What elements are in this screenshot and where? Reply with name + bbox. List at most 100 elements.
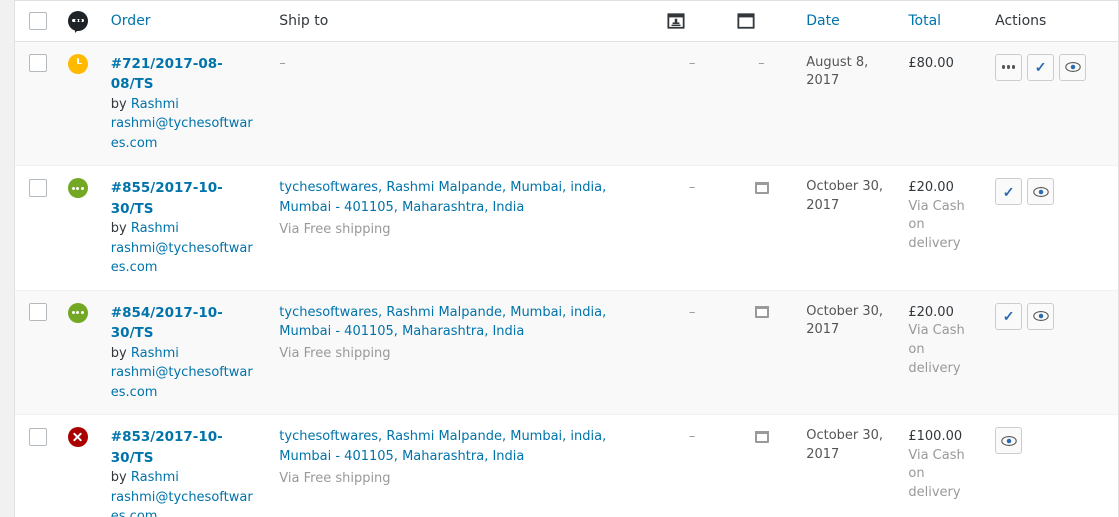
- order-date: October 30, 2017: [806, 428, 884, 462]
- ship-to-method: Via Free shipping: [279, 346, 391, 362]
- row-select-checkbox[interactable]: [29, 303, 47, 321]
- order-actions: [995, 427, 1108, 454]
- view-action-button[interactable]: [1059, 53, 1087, 81]
- row-select-checkbox[interactable]: [29, 427, 47, 446]
- column-header-order-notes: [726, 1, 797, 42]
- eye-icon: [1064, 61, 1081, 73]
- billing-address-empty: –: [688, 429, 696, 444]
- order-total-cell: £100.00 Via Cash on delivery: [898, 414, 986, 517]
- order-payment-method: Via Cash on delivery: [908, 323, 965, 376]
- status-processing-icon[interactable]: [67, 178, 88, 198]
- order-by-prefix: by: [110, 221, 131, 236]
- row-select-checkbox[interactable]: [29, 178, 47, 197]
- order-by-prefix: by: [110, 96, 131, 112]
- complete-action-button[interactable]: ✓: [995, 178, 1023, 205]
- row-select-checkbox[interactable]: [29, 54, 47, 72]
- check-icon: ✓: [1002, 308, 1015, 324]
- order-cell: #721/2017-08-08/TS by Rashmi rashmi@tyches…: [100, 40, 270, 166]
- order-notes-cell: –: [726, 40, 797, 166]
- order-author-name[interactable]: Rashmi: [131, 470, 179, 485]
- ship-to-address-link[interactable]: tychesoftwares, Rashmi Malpande, Mumbai,…: [279, 305, 606, 340]
- order-status-cell: [57, 40, 101, 166]
- table-row: #721/2017-08-08/TS by Rashmi rashmi@tyches…: [15, 40, 1118, 166]
- orders-table-head: Order Ship to Date Total Actions: [15, 1, 1118, 42]
- ship-to-empty: –: [279, 55, 286, 71]
- order-actions: ✓: [995, 178, 1108, 205]
- order-number-link[interactable]: #854/2017-10-30/TS: [111, 305, 223, 342]
- row-select-cell: [15, 414, 58, 517]
- row-select-cell: [15, 289, 58, 415]
- select-all-checkbox[interactable]: [29, 12, 47, 31]
- order-customer-email[interactable]: rashmi@tychesoftwares.com: [111, 488, 260, 517]
- ship-to-cell: tychesoftwares, Rashmi Malpande, Mumbai,…: [269, 165, 658, 290]
- row-select-cell: [15, 40, 58, 166]
- order-date: October 30, 2017: [806, 303, 884, 338]
- order-notes-empty: –: [758, 55, 765, 71]
- order-actions: ✓: [995, 302, 1108, 330]
- column-header-total: Total: [898, 1, 986, 42]
- order-notes-icon: [737, 13, 755, 29]
- table-header-row: Order Ship to Date Total Actions: [15, 1, 1118, 42]
- ship-to-method: Via Free shipping: [279, 221, 391, 237]
- order-actions-cell: ✓: [985, 289, 1118, 415]
- billing-address-icon: [667, 13, 685, 29]
- order-author: by Rashmi: [111, 95, 260, 115]
- order-note-icon[interactable]: [754, 306, 769, 318]
- order-notes-cell: [726, 165, 797, 290]
- ship-to-method: Via Free shipping: [279, 470, 391, 486]
- order-customer-email[interactable]: rashmi@tychesoftwares.com: [111, 114, 260, 153]
- order-author-name[interactable]: Rashmi: [131, 221, 179, 236]
- order-date-cell: October 30, 2017: [796, 414, 899, 517]
- ship-to-address-link[interactable]: tychesoftwares, Rashmi Malpande, Mumbai,…: [279, 180, 606, 215]
- sort-total-link[interactable]: Total: [908, 13, 941, 29]
- order-number-link[interactable]: #853/2017-10-30/TS: [111, 429, 223, 466]
- order-total-amount: £20.00: [908, 180, 954, 195]
- ship-to-cell: tychesoftwares, Rashmi Malpande, Mumbai,…: [269, 414, 658, 517]
- view-action-button[interactable]: [995, 427, 1023, 454]
- status-processing-icon[interactable]: [67, 302, 88, 323]
- order-author: by Rashmi: [111, 468, 260, 488]
- view-action-button[interactable]: [1027, 178, 1055, 205]
- order-notes-cell: [726, 289, 797, 415]
- status-cancelled-icon[interactable]: [67, 427, 88, 447]
- orders-panel: Order Ship to Date Total Actions #721/20…: [14, 0, 1119, 517]
- order-note-icon[interactable]: [754, 181, 769, 194]
- complete-action-button[interactable]: ✓: [995, 302, 1023, 330]
- sort-order-link[interactable]: Order: [111, 13, 151, 29]
- order-payment-method: Via Cash on delivery: [908, 447, 965, 501]
- table-row: #853/2017-10-30/TS by Rashmi rashmi@tyches…: [15, 414, 1118, 517]
- orders-table-body: #721/2017-08-08/TS by Rashmi rashmi@tyches…: [15, 40, 1118, 517]
- billing-address-cell: –: [657, 40, 727, 166]
- processing-action-button[interactable]: [995, 53, 1023, 81]
- order-cell: #853/2017-10-30/TS by Rashmi rashmi@tyches…: [100, 414, 270, 517]
- table-row: #854/2017-10-30/TS by Rashmi rashmi@tyches…: [15, 289, 1118, 415]
- order-date-cell: October 30, 2017: [796, 289, 899, 415]
- ship-to-address-link[interactable]: tychesoftwares, Rashmi Malpande, Mumbai,…: [279, 429, 606, 464]
- column-header-date: Date: [796, 1, 899, 42]
- check-icon: ✓: [1002, 183, 1015, 200]
- order-number-link[interactable]: #721/2017-08-08/TS: [111, 56, 223, 93]
- billing-address-cell: –: [657, 165, 727, 290]
- order-customer-email[interactable]: rashmi@tychesoftwares.com: [111, 363, 260, 402]
- order-date: October 30, 2017: [806, 179, 884, 213]
- sort-date-link[interactable]: Date: [806, 13, 839, 29]
- orders-page: Order Ship to Date Total Actions #721/20…: [0, 0, 1119, 517]
- order-number-link[interactable]: #855/2017-10-30/TS: [111, 180, 223, 217]
- billing-address-empty: –: [688, 55, 696, 71]
- column-header-billing-address: [657, 1, 727, 42]
- order-note-icon[interactable]: [754, 430, 769, 443]
- status-onhold-icon[interactable]: [67, 53, 88, 74]
- order-author-name[interactable]: Rashmi: [131, 97, 179, 112]
- ship-to-cell: tychesoftwares, Rashmi Malpande, Mumbai,…: [269, 289, 658, 415]
- order-author: by Rashmi: [111, 219, 260, 239]
- order-customer-email[interactable]: rashmi@tychesoftwares.com: [111, 239, 260, 278]
- row-select-cell: [15, 165, 58, 290]
- orders-table: Order Ship to Date Total Actions #721/20…: [15, 1, 1118, 517]
- order-author-name[interactable]: Rashmi: [131, 346, 179, 361]
- order-date-cell: August 8, 2017: [796, 40, 899, 166]
- order-notes-cell: [726, 414, 797, 517]
- complete-action-button[interactable]: ✓: [1027, 53, 1055, 81]
- view-action-button[interactable]: [1027, 302, 1055, 330]
- eye-icon: [1032, 310, 1049, 322]
- order-total-amount: £20.00: [908, 304, 954, 320]
